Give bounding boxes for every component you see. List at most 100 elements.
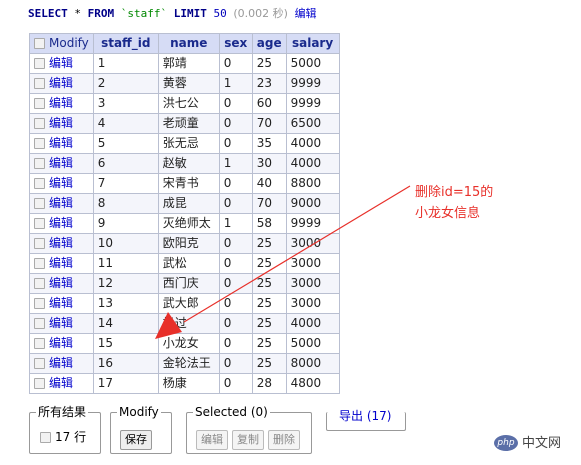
row-checkbox[interactable] bbox=[34, 98, 45, 109]
select-all-checkbox[interactable] bbox=[34, 38, 45, 49]
row-checkbox[interactable] bbox=[34, 338, 45, 349]
row-checkbox[interactable] bbox=[34, 158, 45, 169]
row-edit-link[interactable]: 编辑 bbox=[49, 116, 73, 130]
export-link[interactable]: 导出 (17) bbox=[339, 407, 391, 424]
delete-selected-button[interactable]: 删除 bbox=[268, 430, 300, 450]
rows-count-row: 17 行 bbox=[40, 428, 86, 445]
sql-from-keyword: FROM bbox=[87, 7, 115, 20]
row-edit-link[interactable]: 编辑 bbox=[49, 236, 73, 250]
table-row: 编辑 12 西门庆 0 25 3000 bbox=[29, 273, 340, 294]
row-edit-link[interactable]: 编辑 bbox=[49, 196, 73, 210]
rows-count: 17 行 bbox=[55, 430, 87, 444]
row-edit-link[interactable]: 编辑 bbox=[49, 336, 73, 350]
row-checkbox[interactable] bbox=[34, 218, 45, 229]
row-edit-link[interactable]: 编辑 bbox=[49, 96, 73, 110]
row-checkbox[interactable] bbox=[34, 378, 45, 389]
row-checkbox[interactable] bbox=[34, 78, 45, 89]
row-checkbox[interactable] bbox=[34, 118, 45, 129]
cell-salary: 5000 bbox=[285, 53, 340, 74]
cell-sex: 0 bbox=[218, 253, 253, 274]
row-checkbox[interactable] bbox=[34, 298, 45, 309]
row-edit-link[interactable]: 编辑 bbox=[49, 156, 73, 170]
row-checkbox[interactable] bbox=[34, 278, 45, 289]
cell-name: 金轮法王 bbox=[157, 353, 220, 374]
cell-age: 58 bbox=[251, 213, 287, 234]
table-row: 编辑 2 黄蓉 1 23 9999 bbox=[29, 73, 340, 94]
sql-star: * bbox=[74, 7, 81, 20]
header-modify: Modify bbox=[29, 33, 94, 54]
header-staff-id[interactable]: staff_id bbox=[92, 33, 159, 54]
cell-age: 25 bbox=[251, 53, 287, 74]
row-modify-cell: 编辑 bbox=[29, 353, 94, 374]
table-row: 编辑 9 灭绝师太 1 58 9999 bbox=[29, 213, 340, 234]
row-modify-cell: 编辑 bbox=[29, 93, 94, 114]
cell-age: 60 bbox=[251, 93, 287, 114]
cell-sex: 0 bbox=[218, 93, 253, 114]
row-modify-cell: 编辑 bbox=[29, 73, 94, 94]
row-checkbox[interactable] bbox=[34, 358, 45, 369]
row-checkbox[interactable] bbox=[34, 138, 45, 149]
row-checkbox[interactable] bbox=[34, 318, 45, 329]
cell-staff-id: 3 bbox=[92, 93, 159, 114]
export-group: 导出 (17) bbox=[326, 409, 406, 431]
copy-selected-button[interactable]: 复制 bbox=[232, 430, 264, 450]
cell-age: 70 bbox=[251, 193, 287, 214]
row-edit-link[interactable]: 编辑 bbox=[49, 76, 73, 90]
row-checkbox[interactable] bbox=[34, 178, 45, 189]
header-age[interactable]: age bbox=[251, 33, 287, 54]
cell-salary: 4800 bbox=[285, 373, 340, 394]
cell-sex: 0 bbox=[218, 293, 253, 314]
header-salary[interactable]: salary bbox=[285, 33, 340, 54]
row-checkbox[interactable] bbox=[34, 198, 45, 209]
cell-salary: 9999 bbox=[285, 73, 340, 94]
row-checkbox[interactable] bbox=[34, 58, 45, 69]
cell-name: 杨康 bbox=[157, 373, 220, 394]
cell-name: 成昆 bbox=[157, 193, 220, 214]
save-button[interactable]: 保存 bbox=[120, 430, 152, 450]
table-row: 编辑 10 欧阳克 0 25 3000 bbox=[29, 233, 340, 254]
modify-legend: Modify bbox=[117, 405, 161, 419]
header-modify-label: Modify bbox=[49, 36, 89, 50]
cell-name: 武松 bbox=[157, 253, 220, 274]
row-modify-cell: 编辑 bbox=[29, 333, 94, 354]
all-results-legend: 所有结果 bbox=[36, 405, 89, 419]
all-results-checkbox[interactable] bbox=[40, 432, 51, 443]
row-edit-link[interactable]: 编辑 bbox=[49, 296, 73, 310]
row-modify-cell: 编辑 bbox=[29, 313, 94, 334]
row-edit-link[interactable]: 编辑 bbox=[49, 356, 73, 370]
header-sex[interactable]: sex bbox=[218, 33, 253, 54]
row-edit-link[interactable]: 编辑 bbox=[49, 316, 73, 330]
cell-salary: 4000 bbox=[285, 133, 340, 154]
modify-group: Modify 保存 bbox=[110, 405, 172, 454]
cell-salary: 9999 bbox=[285, 213, 340, 234]
cell-staff-id: 8 bbox=[92, 193, 159, 214]
cell-sex: 1 bbox=[218, 73, 253, 94]
row-modify-cell: 编辑 bbox=[29, 233, 94, 254]
row-checkbox[interactable] bbox=[34, 238, 45, 249]
row-checkbox[interactable] bbox=[34, 258, 45, 269]
cell-staff-id: 13 bbox=[92, 293, 159, 314]
row-edit-link[interactable]: 编辑 bbox=[49, 376, 73, 390]
edit-query-link[interactable]: 编辑 bbox=[295, 7, 317, 20]
cell-sex: 0 bbox=[218, 133, 253, 154]
table-row: 编辑 14 杨过 0 25 4000 bbox=[29, 313, 340, 334]
row-edit-link[interactable]: 编辑 bbox=[49, 256, 73, 270]
cell-age: 25 bbox=[251, 293, 287, 314]
row-edit-link[interactable]: 编辑 bbox=[49, 176, 73, 190]
row-modify-cell: 编辑 bbox=[29, 113, 94, 134]
cell-salary: 8800 bbox=[285, 173, 340, 194]
row-edit-link[interactable]: 编辑 bbox=[49, 216, 73, 230]
row-edit-link[interactable]: 编辑 bbox=[49, 136, 73, 150]
cell-staff-id: 4 bbox=[92, 113, 159, 134]
table-row: 编辑 8 成昆 0 70 9000 bbox=[29, 193, 340, 214]
row-modify-cell: 编辑 bbox=[29, 53, 94, 74]
cell-name: 老顽童 bbox=[157, 113, 220, 134]
header-name[interactable]: name bbox=[157, 33, 220, 54]
cell-age: 28 bbox=[251, 373, 287, 394]
row-edit-link[interactable]: 编辑 bbox=[49, 276, 73, 290]
edit-selected-button[interactable]: 编辑 bbox=[196, 430, 228, 450]
table-row: 编辑 13 武大郎 0 25 3000 bbox=[29, 293, 340, 314]
row-edit-link[interactable]: 编辑 bbox=[49, 56, 73, 70]
cell-sex: 0 bbox=[218, 53, 253, 74]
cell-salary: 3000 bbox=[285, 293, 340, 314]
